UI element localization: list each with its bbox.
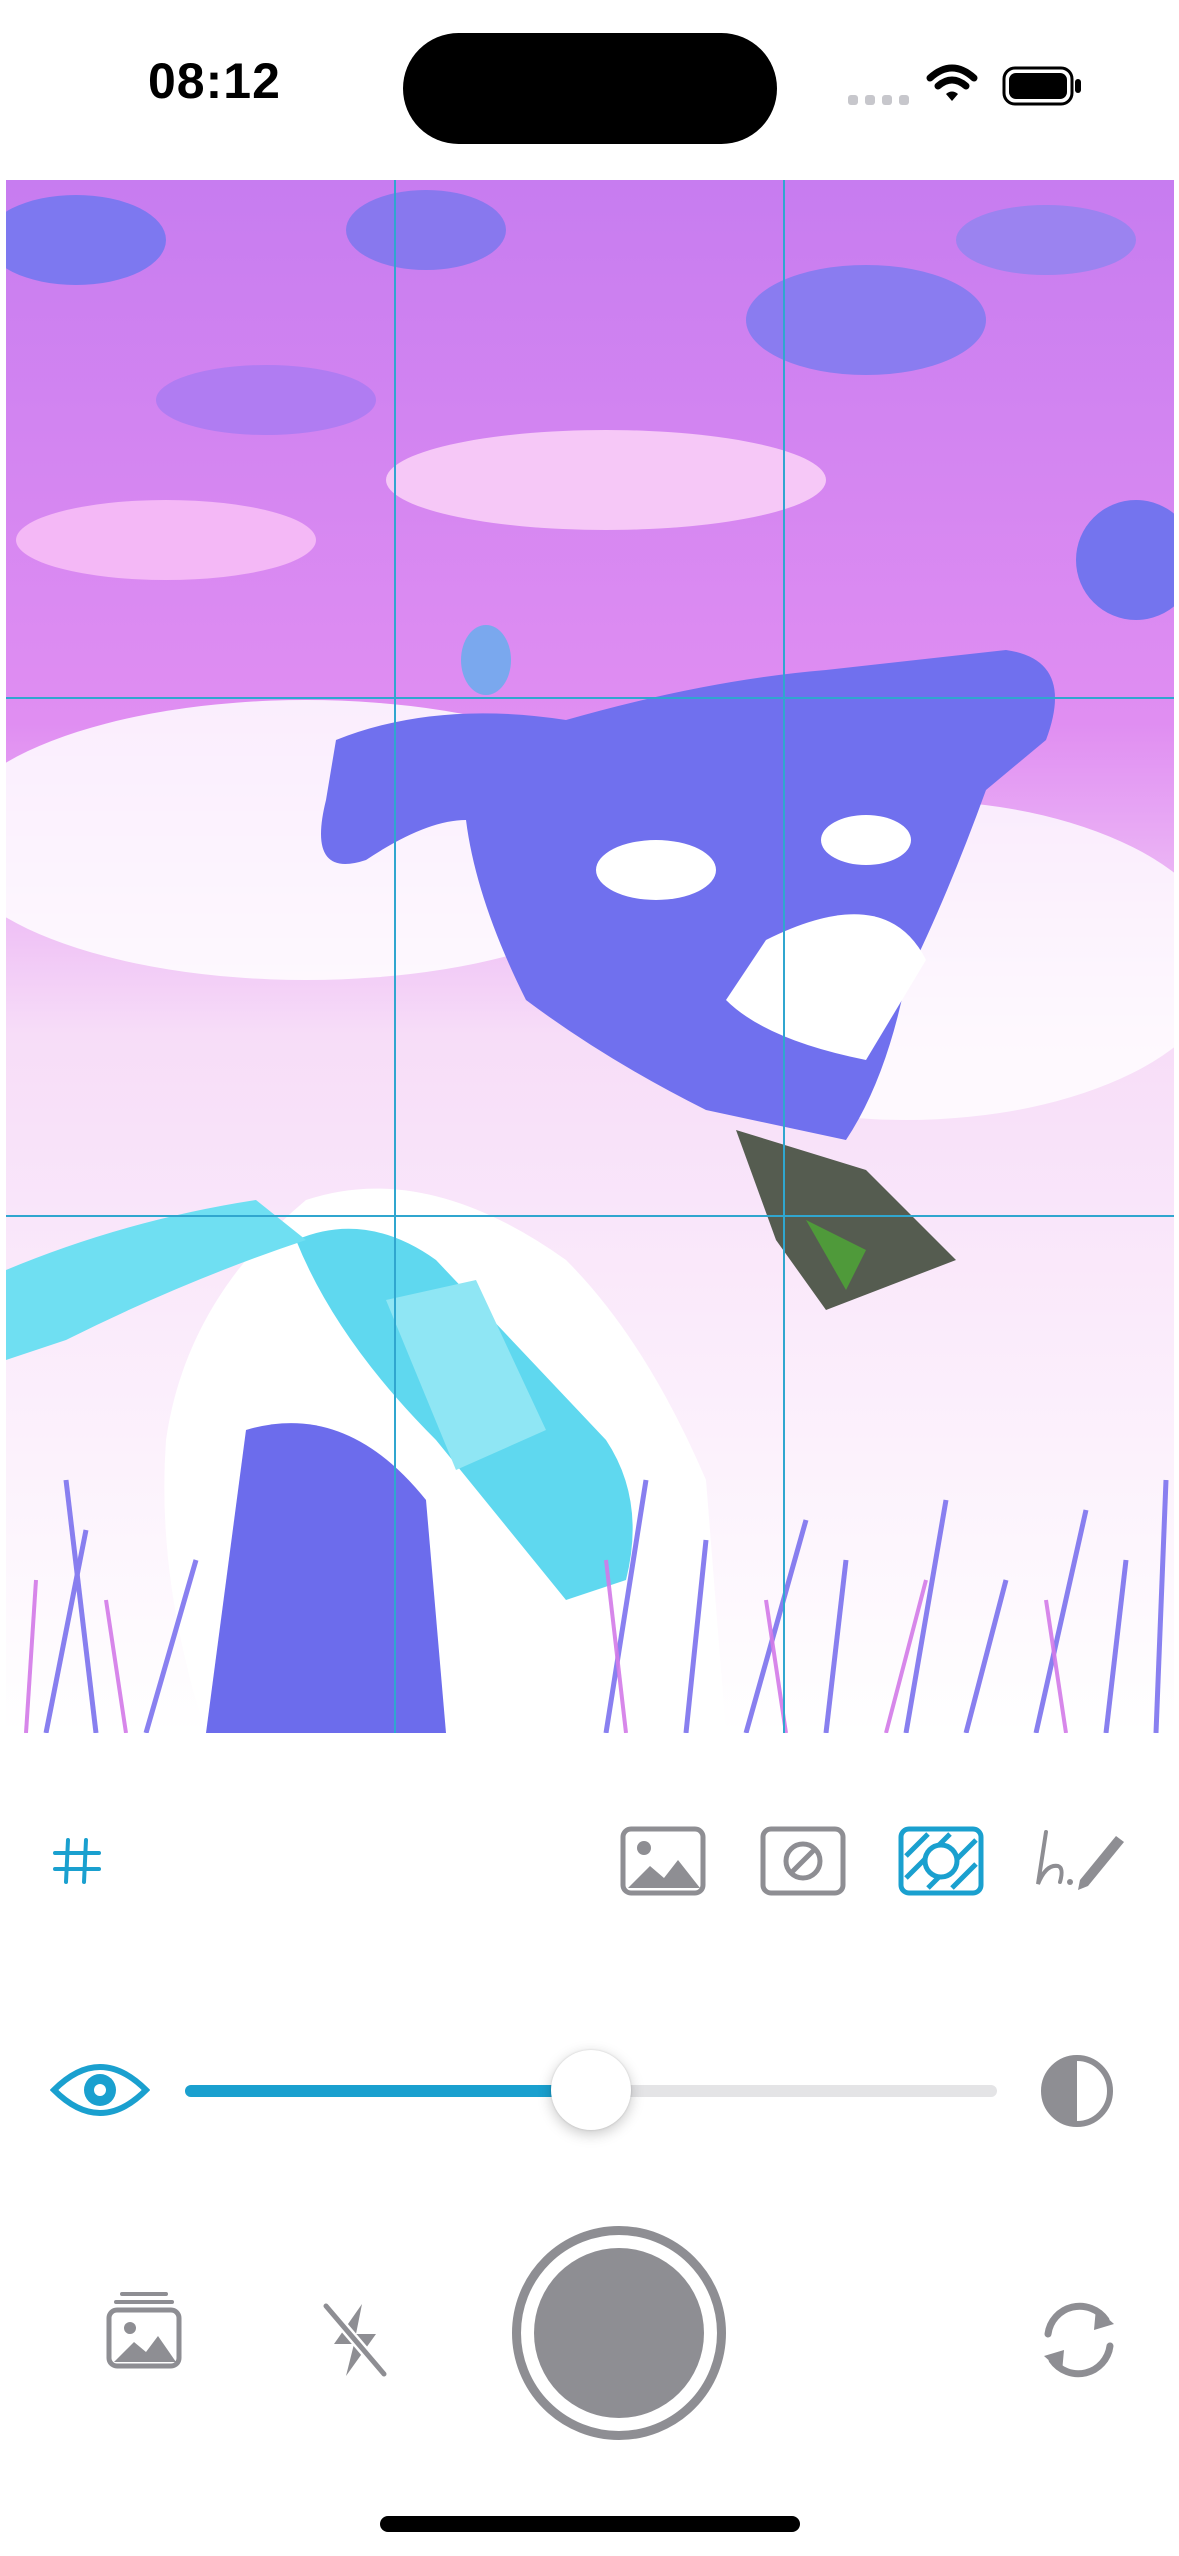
- dynamic-island: [403, 33, 777, 144]
- camera-viewfinder[interactable]: [6, 180, 1174, 1733]
- cellular-signal-icon: [848, 92, 910, 111]
- home-indicator: [380, 2516, 800, 2532]
- battery-icon: [1002, 66, 1084, 111]
- shutter-button-inner[interactable]: [534, 2248, 704, 2418]
- opacity-slider-thumb[interactable]: [551, 2050, 631, 2130]
- opacity-mask-icon[interactable]: [760, 1826, 846, 1896]
- photo-library-icon[interactable]: [106, 2290, 182, 2375]
- opacity-slider-fill: [185, 2085, 591, 2097]
- status-time: 08:12: [148, 53, 281, 109]
- photo-overlay-icon[interactable]: [620, 1826, 706, 1896]
- filtered-camera-image: [6, 180, 1174, 1733]
- flash-off-icon[interactable]: [320, 2300, 390, 2385]
- grid-icon[interactable]: [52, 1836, 102, 1886]
- eye-icon[interactable]: [49, 2060, 151, 2125]
- pattern-filter-icon[interactable]: [898, 1826, 984, 1896]
- wifi-icon: [926, 64, 978, 109]
- contrast-icon[interactable]: [1040, 2054, 1114, 2133]
- switch-camera-icon[interactable]: [1034, 2298, 1124, 2387]
- draw-icon[interactable]: [1032, 1826, 1126, 1896]
